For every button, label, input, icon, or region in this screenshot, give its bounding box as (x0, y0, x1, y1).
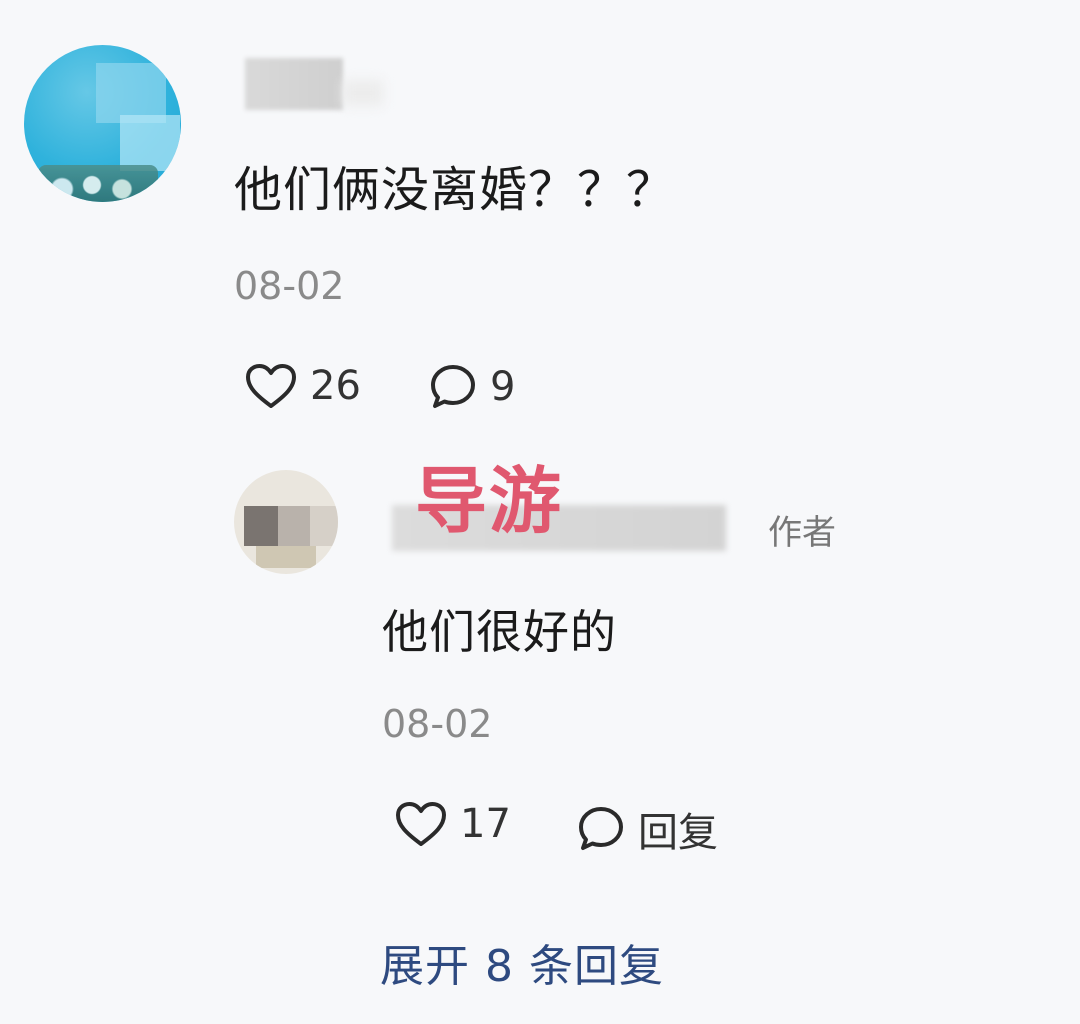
comment-reply-count: 9 (490, 364, 516, 410)
avatar-blur-patch (120, 115, 180, 171)
author-avatar[interactable] (234, 470, 338, 574)
heart-outline-icon (244, 362, 298, 410)
comment-text: 他们俩没离婚？？？ (234, 162, 676, 218)
commenter-name-redacted (245, 58, 343, 110)
avatar-pixel-block (256, 546, 316, 568)
avatar-pixel-block (278, 506, 310, 546)
reply-reply-button[interactable]: 回复 (576, 800, 718, 858)
reply-like-button[interactable]: 17 (394, 800, 511, 848)
speech-bubble-icon (428, 362, 478, 412)
reply-date: 08-02 (382, 702, 493, 746)
heart-outline-icon (394, 800, 448, 848)
avatar-blur-patch (96, 63, 166, 123)
commenter-avatar[interactable] (24, 45, 181, 202)
speech-bubble-icon (576, 804, 626, 854)
avatar-pixel-block (310, 506, 338, 546)
reply-action-label: 回复 (638, 810, 718, 856)
comment-like-button[interactable]: 26 (244, 362, 361, 410)
reply-text: 他们很好的 (382, 605, 617, 659)
author-badge: 作者 (768, 513, 836, 553)
avatar-flower-art (38, 165, 158, 202)
commenter-name-redacted (343, 80, 383, 106)
overlay-annotation-label: 导游 (415, 459, 564, 543)
avatar-pixel-block (244, 506, 278, 546)
expand-replies-link[interactable]: 展开 8 条回复 (380, 930, 664, 994)
comment-date: 08-02 (234, 264, 345, 308)
comment-reply-button[interactable]: 9 (428, 362, 515, 412)
reply-like-count: 17 (460, 801, 511, 847)
comment-like-count: 26 (310, 363, 361, 409)
